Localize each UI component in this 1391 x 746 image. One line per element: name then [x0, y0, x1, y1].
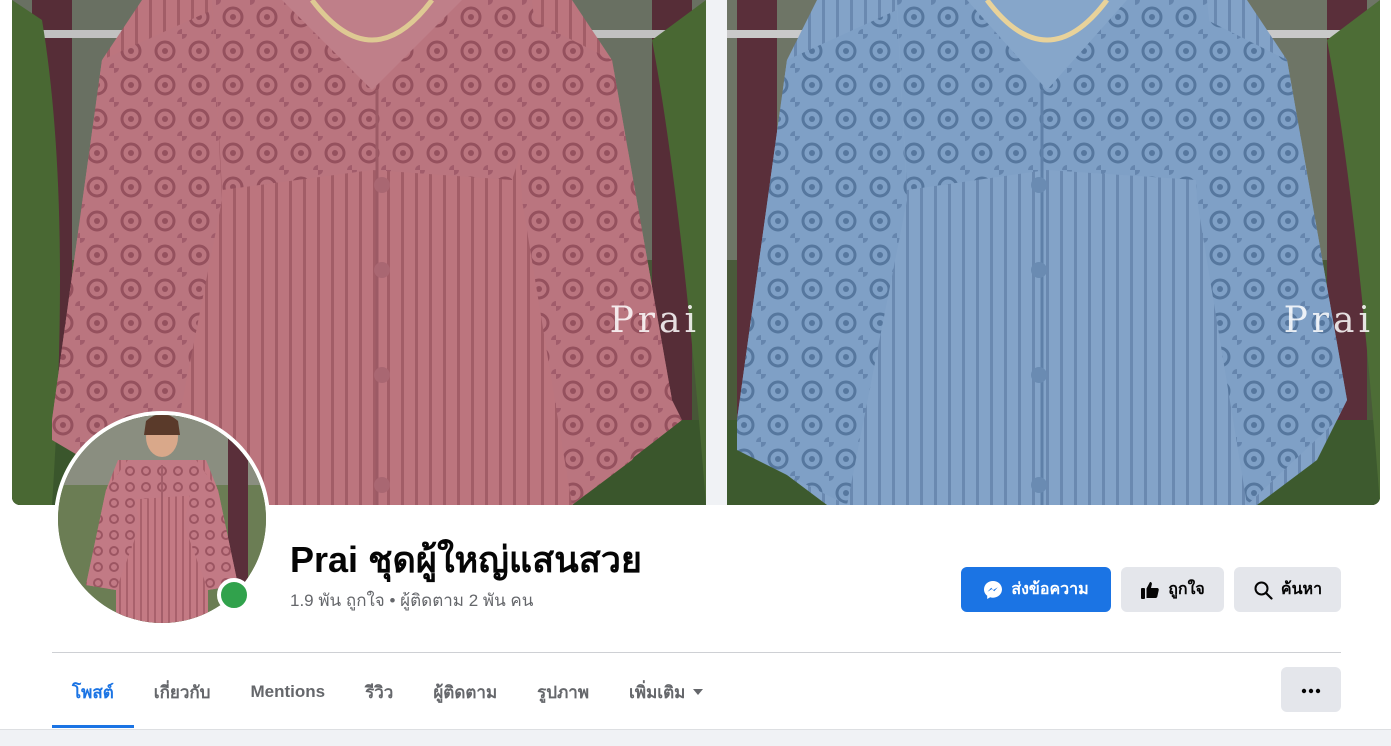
- messenger-icon: [983, 580, 1003, 600]
- search-page-button[interactable]: ค้นหา: [1234, 567, 1341, 612]
- more-options-button[interactable]: [1281, 667, 1341, 712]
- more-dots-icon: [1301, 681, 1321, 699]
- search-icon: [1253, 580, 1273, 600]
- tab-mentions-label: Mentions: [250, 682, 326, 701]
- tab-about-label: เกี่ยวกับ: [153, 682, 211, 702]
- online-status-dot: [217, 578, 251, 612]
- tab-more[interactable]: เพิ่มเติม: [609, 656, 723, 728]
- tab-followers-label: ผู้ติดตาม: [433, 682, 498, 702]
- cover-watermark-left: Prai: [609, 300, 700, 341]
- tab-photos[interactable]: รูปภาพ: [517, 656, 609, 728]
- tab-reviews-label: รีวิว: [365, 682, 394, 702]
- thumbs-up-icon: [1140, 580, 1160, 600]
- cover-photo-blue-blouse[interactable]: Prai: [727, 0, 1380, 505]
- page-stats[interactable]: 1.9 พัน ถูกใจ • ผู้ติดตาม 2 พัน คน: [290, 590, 533, 612]
- like-page-button[interactable]: ถูกใจ: [1121, 567, 1224, 612]
- like-label: ถูกใจ: [1168, 581, 1205, 598]
- search-label: ค้นหา: [1280, 581, 1323, 598]
- caret-down-icon: [693, 689, 704, 695]
- cover-watermark-right: Prai: [1283, 300, 1374, 341]
- tab-more-label: เพิ่มเติม: [629, 682, 686, 702]
- tab-mentions[interactable]: Mentions: [230, 656, 345, 728]
- send-message-label: ส่งข้อความ: [1011, 581, 1089, 598]
- page-tabs: โพสต์ เกี่ยวกับ Mentions รีวิว ผู้ติดตาม…: [52, 656, 723, 728]
- send-message-button[interactable]: ส่งข้อความ: [961, 567, 1111, 612]
- tab-posts-label: โพสต์: [72, 682, 114, 702]
- tab-followers[interactable]: ผู้ติดตาม: [413, 656, 517, 728]
- tab-about[interactable]: เกี่ยวกับ: [134, 656, 231, 728]
- tab-reviews[interactable]: รีวิว: [345, 656, 413, 728]
- tab-photos-label: รูปภาพ: [537, 682, 590, 702]
- feed-background: [0, 729, 1391, 746]
- cover-divider: [706, 0, 727, 505]
- page-title: Prai ชุดผู้ใหญ่แสนสวย: [290, 539, 643, 580]
- blue-blouse-image: [727, 0, 1380, 505]
- header-divider: [52, 652, 1341, 653]
- tab-posts[interactable]: โพสต์: [52, 656, 134, 728]
